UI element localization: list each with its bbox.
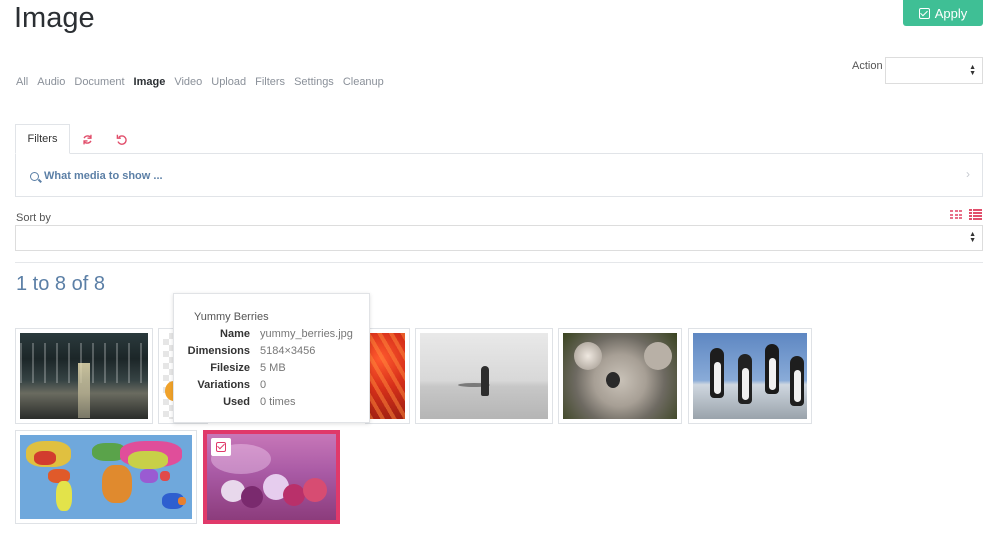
filter-panel: What media to show ... › xyxy=(15,153,983,197)
chevron-right-icon[interactable]: › xyxy=(966,167,970,181)
tooltip-label: Filesize xyxy=(210,362,250,374)
nav-item-all[interactable]: All xyxy=(16,76,28,88)
media-info-tooltip: Yummy Berries Name yummy_berries.jpg Dim… xyxy=(173,293,370,423)
thumbnail-image xyxy=(20,333,148,419)
magnifier-icon xyxy=(30,171,39,181)
check-square-icon xyxy=(918,7,930,19)
nav-item-audio[interactable]: Audio xyxy=(37,76,65,88)
page-title: Image xyxy=(14,2,95,34)
nav-item-upload[interactable]: Upload xyxy=(211,76,246,88)
tab-filters[interactable]: Filters xyxy=(15,124,70,154)
tooltip-row-variations: Variations 0 xyxy=(174,379,369,393)
tooltip-title: Yummy Berries xyxy=(194,311,269,323)
apply-label: Apply xyxy=(934,5,968,21)
select-arrows-icon: ▲ ▼ xyxy=(969,231,976,244)
media-type-nav: All Audio Document Image Video Upload Fi… xyxy=(16,76,384,88)
nav-item-document[interactable]: Document xyxy=(74,76,124,88)
list-view-icon[interactable] xyxy=(969,209,982,220)
media-thumb-guitarist[interactable] xyxy=(415,328,553,424)
sort-label: Sort by xyxy=(16,212,51,224)
undo-icon xyxy=(116,134,127,145)
grid-view-icon[interactable] xyxy=(950,210,962,220)
tooltip-value: 0 times xyxy=(260,396,296,408)
media-thumb-yummy-berries[interactable] xyxy=(203,430,340,524)
media-thumb-penguins[interactable] xyxy=(688,328,812,424)
tooltip-label: Variations xyxy=(197,379,250,391)
nav-item-video[interactable]: Video xyxy=(174,76,202,88)
action-select[interactable]: ▲ ▼ xyxy=(885,57,983,84)
undo-button[interactable] xyxy=(104,124,138,154)
filter-tabs: Filters xyxy=(15,124,138,154)
tooltip-value: 0 xyxy=(260,379,267,391)
tooltip-label: Used xyxy=(223,396,250,408)
thumbnail-image xyxy=(693,333,807,419)
media-thumb-leaves[interactable] xyxy=(365,328,410,424)
sort-select[interactable]: ▲ ▼ xyxy=(15,225,983,251)
tooltip-row-dimensions: Dimensions 5184×3456 xyxy=(174,345,369,359)
nav-item-image[interactable]: Image xyxy=(134,76,166,88)
apply-button[interactable]: Apply xyxy=(903,0,983,26)
tooltip-value: yummy_berries.jpg xyxy=(260,328,353,340)
tooltip-row-name: Name yummy_berries.jpg xyxy=(174,328,369,342)
tooltip-value: 5 MB xyxy=(260,362,286,374)
results-count: 1 to 8 of 8 xyxy=(16,273,105,295)
media-thumb-world-map[interactable] xyxy=(15,430,197,524)
tooltip-value: 5184×3456 xyxy=(260,345,316,357)
check-square-icon xyxy=(216,442,226,452)
media-thumb-subway[interactable] xyxy=(15,328,153,424)
thumbnail-image xyxy=(20,435,192,519)
tooltip-row-used: Used 0 times xyxy=(174,396,369,410)
selected-checkbox[interactable] xyxy=(211,438,231,456)
thumbnail-image xyxy=(420,333,548,419)
what-media-label: What media to show ... xyxy=(44,170,163,182)
action-label: Action xyxy=(852,60,883,72)
select-arrows-icon: ▲ ▼ xyxy=(969,63,976,77)
nav-item-filters[interactable]: Filters xyxy=(255,76,285,88)
tooltip-label: Name xyxy=(220,328,250,340)
divider xyxy=(15,262,983,263)
tooltip-row-filesize: Filesize 5 MB xyxy=(174,362,369,376)
what-media-toggle[interactable]: What media to show ... xyxy=(30,170,163,182)
nav-item-cleanup[interactable]: Cleanup xyxy=(343,76,384,88)
thumbnail-image xyxy=(563,333,677,419)
thumbnail-image xyxy=(369,333,405,419)
media-thumb-koala[interactable] xyxy=(558,328,682,424)
refresh-icon xyxy=(82,134,92,144)
nav-item-settings[interactable]: Settings xyxy=(294,76,334,88)
tooltip-label: Dimensions xyxy=(187,345,250,357)
refresh-button[interactable] xyxy=(70,124,104,154)
